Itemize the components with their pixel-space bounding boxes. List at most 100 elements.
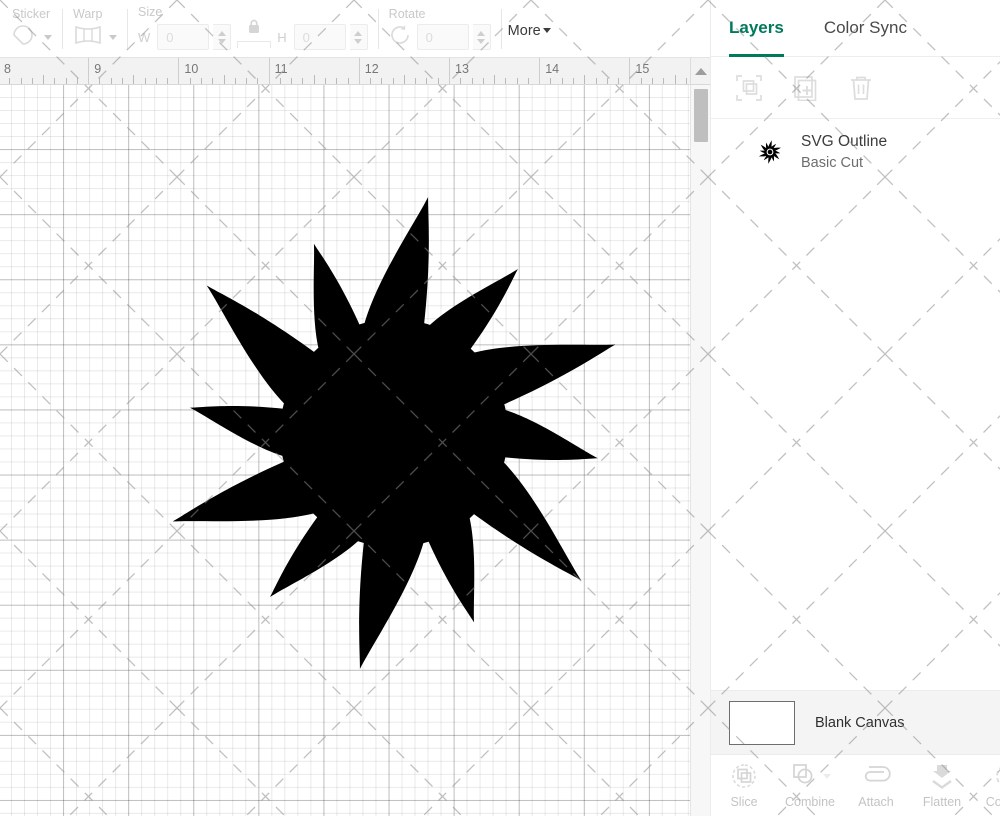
ruler-minor-tick bbox=[212, 78, 213, 84]
scroll-up-button[interactable] bbox=[690, 58, 710, 85]
layer-text: SVG Outline Basic Cut bbox=[801, 133, 887, 171]
more-label: More bbox=[508, 23, 541, 39]
tab-color-sync-label: Color Sync bbox=[824, 18, 907, 38]
ruler-minor-tick bbox=[348, 78, 349, 84]
ruler-label: 9 bbox=[94, 62, 101, 76]
ruler-label: 15 bbox=[635, 62, 649, 76]
sun-ray bbox=[502, 409, 598, 460]
sticker-tool-group[interactable]: Sticker bbox=[2, 0, 62, 58]
layer-subtitle: Basic Cut bbox=[801, 155, 887, 171]
ruler-minor-tick bbox=[393, 78, 394, 84]
canvas-color-swatch[interactable] bbox=[729, 701, 795, 745]
ruler-minor-tick bbox=[257, 78, 258, 84]
warp-chevron-down-icon[interactable] bbox=[109, 35, 117, 40]
ruler-minor-tick bbox=[686, 78, 687, 84]
ruler-minor-tick bbox=[167, 78, 168, 84]
ruler-minor-tick bbox=[652, 78, 653, 84]
ruler-minor-tick bbox=[325, 78, 326, 84]
contour-button[interactable]: Contour bbox=[975, 762, 1000, 809]
lock-icon bbox=[246, 18, 262, 40]
size-label: Size bbox=[138, 5, 368, 19]
slice-button[interactable]: Slice bbox=[711, 762, 777, 809]
ruler-minor-tick bbox=[9, 78, 10, 84]
ruler-minor-tick bbox=[494, 75, 495, 84]
slice-icon bbox=[730, 762, 758, 790]
sticker-icon bbox=[12, 24, 38, 51]
combine-chevron-down-icon[interactable] bbox=[823, 774, 831, 779]
tab-color-sync[interactable]: Color Sync bbox=[824, 0, 907, 57]
ruler-label: 11 bbox=[275, 62, 288, 76]
width-increment-icon[interactable] bbox=[218, 31, 226, 36]
aspect-lock-toggle[interactable] bbox=[237, 18, 271, 48]
ruler-major-tick bbox=[449, 58, 450, 84]
editor-region: Sticker Warp bbox=[0, 0, 710, 816]
layer-list: SVG Outline Basic Cut bbox=[711, 119, 1000, 690]
sun-ray bbox=[775, 151, 780, 154]
attach-button[interactable]: Attach bbox=[843, 762, 909, 809]
ruler-minor-tick bbox=[111, 78, 112, 84]
ruler-minor-tick bbox=[54, 78, 55, 84]
ruler-major-tick bbox=[539, 58, 540, 84]
warp-tool-group[interactable]: Warp bbox=[63, 0, 127, 58]
height-stepper[interactable] bbox=[350, 24, 368, 50]
tab-layers-label: Layers bbox=[729, 18, 784, 38]
tab-layers[interactable]: Layers bbox=[729, 0, 784, 57]
design-canvas[interactable] bbox=[0, 85, 690, 816]
sun-ray bbox=[190, 406, 286, 457]
ruler-minor-tick bbox=[66, 78, 67, 84]
width-input[interactable]: 0 bbox=[157, 24, 209, 50]
ruler-minor-tick bbox=[280, 78, 281, 84]
width-decrement-icon[interactable] bbox=[218, 39, 226, 44]
ruler-major-tick bbox=[629, 58, 630, 84]
slice-label: Slice bbox=[730, 795, 757, 809]
select-all-icon[interactable] bbox=[735, 74, 763, 102]
layer-toolbar bbox=[711, 57, 1000, 119]
ruler-minor-tick bbox=[145, 78, 146, 84]
attach-icon bbox=[861, 762, 891, 790]
list-item[interactable]: SVG Outline Basic Cut bbox=[711, 119, 1000, 185]
ruler-minor-tick bbox=[235, 78, 236, 84]
combine-button[interactable]: Combine bbox=[777, 762, 843, 809]
contour-icon bbox=[994, 762, 1000, 790]
ruler-minor-tick bbox=[438, 78, 439, 84]
flatten-button[interactable]: Flatten bbox=[909, 762, 975, 809]
rotate-input[interactable]: 0 bbox=[417, 24, 469, 50]
rotate-label: Rotate bbox=[389, 7, 491, 21]
width-stepper[interactable] bbox=[213, 24, 231, 50]
canvas-layer-row[interactable]: Blank Canvas bbox=[711, 690, 1000, 754]
duplicate-icon[interactable] bbox=[791, 74, 819, 102]
height-increment-icon[interactable] bbox=[354, 31, 362, 36]
ruler-minor-tick bbox=[641, 78, 642, 84]
ruler-minor-tick bbox=[596, 78, 597, 84]
vertical-scrollbar[interactable] bbox=[690, 85, 710, 816]
ruler-minor-tick bbox=[370, 78, 371, 84]
ruler-minor-tick bbox=[663, 78, 664, 84]
svg-outline-artwork[interactable] bbox=[144, 183, 644, 683]
ruler-major-tick bbox=[359, 58, 360, 84]
delete-icon[interactable] bbox=[847, 74, 875, 102]
vertical-scrollbar-thumb[interactable] bbox=[694, 89, 708, 142]
ruler-minor-tick bbox=[246, 78, 247, 84]
contour-label: Contour bbox=[986, 795, 1000, 809]
ruler-minor-tick bbox=[224, 75, 225, 84]
layer-title: SVG Outline bbox=[801, 133, 887, 150]
ruler-minor-tick bbox=[381, 78, 382, 84]
ruler-minor-tick bbox=[675, 75, 676, 84]
rotate-increment-icon[interactable] bbox=[477, 31, 485, 36]
ruler-minor-tick bbox=[77, 78, 78, 84]
more-button[interactable]: More bbox=[502, 19, 557, 43]
height-decrement-icon[interactable] bbox=[354, 39, 362, 44]
sun-ray bbox=[768, 157, 771, 163]
rotate-decrement-icon[interactable] bbox=[477, 39, 485, 44]
height-input[interactable]: 0 bbox=[294, 24, 346, 50]
lock-bracket bbox=[237, 41, 271, 48]
flatten-icon bbox=[928, 762, 956, 790]
height-label: H bbox=[277, 30, 286, 45]
sun-ray bbox=[769, 140, 772, 146]
horizontal-ruler[interactable]: 89101112131415 bbox=[0, 58, 690, 85]
bottom-action-bar: Slice Combine bbox=[711, 754, 1000, 816]
ruler-minor-tick bbox=[562, 78, 563, 84]
ruler-minor-tick bbox=[404, 75, 405, 84]
rotate-stepper[interactable] bbox=[473, 24, 491, 50]
sticker-chevron-down-icon[interactable] bbox=[44, 35, 52, 40]
